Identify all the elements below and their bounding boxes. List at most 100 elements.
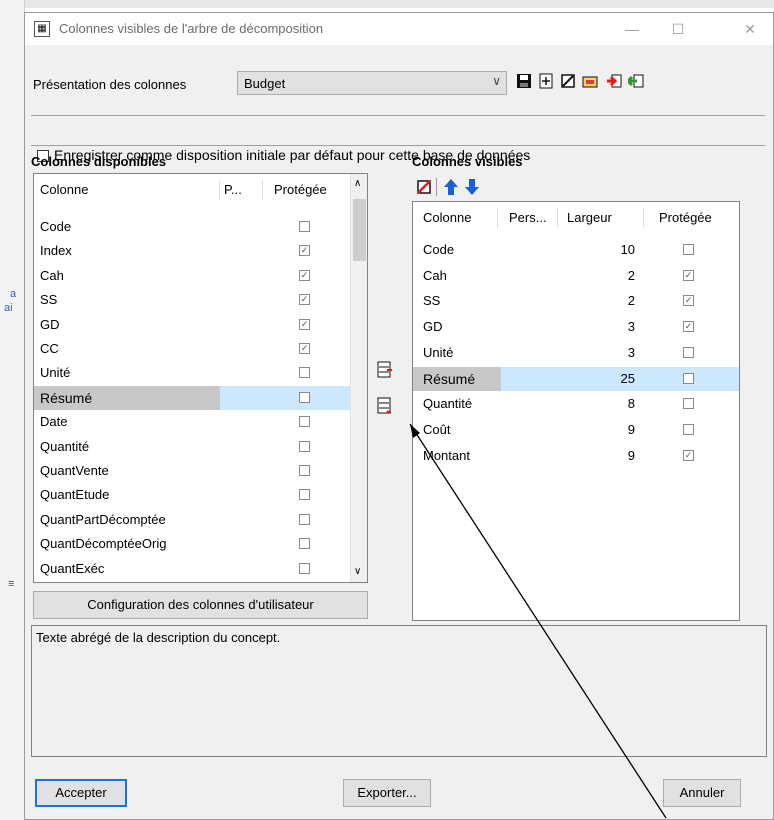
protected-checkbox[interactable]: ✓: [299, 245, 310, 257]
cancel-button[interactable]: Annuler: [663, 779, 741, 807]
column-name: Unité: [423, 344, 454, 360]
save-icon[interactable]: [516, 73, 532, 89]
column-header[interactable]: Colonne: [40, 178, 88, 202]
column-width[interactable]: 3: [563, 341, 635, 365]
protected-checkbox[interactable]: [683, 423, 694, 435]
table-row[interactable]: QuantPartDécomptée: [34, 508, 350, 532]
column-width[interactable]: 2: [563, 264, 635, 288]
user-columns-config-button[interactable]: Configuration des colonnes d'utilisateur: [33, 591, 368, 619]
protected-checkbox[interactable]: [299, 391, 310, 403]
column-width[interactable]: 8: [563, 392, 635, 416]
protected-checkbox[interactable]: [299, 465, 310, 476]
scroll-up-icon[interactable]: ∧: [354, 178, 361, 189]
table-row[interactable]: CC ✓: [34, 337, 350, 361]
add-icon[interactable]: [538, 73, 554, 89]
close-button[interactable]: ✕: [727, 13, 773, 45]
protected-checkbox[interactable]: [683, 372, 694, 384]
table-row[interactable]: SS ✓: [34, 288, 350, 312]
column-header[interactable]: Colonne: [423, 206, 471, 230]
divider: [31, 145, 765, 146]
presentation-dropdown[interactable]: Budget ∨: [237, 71, 507, 95]
protected-checkbox[interactable]: [683, 244, 694, 255]
protected-checkbox[interactable]: [299, 562, 310, 574]
table-row[interactable]: QuantExéc: [34, 557, 350, 581]
column-width[interactable]: 10: [563, 238, 635, 262]
column-width[interactable]: 9: [563, 418, 635, 442]
table-row[interactable]: SS 2 ✓: [413, 289, 739, 313]
protected-checkbox[interactable]: ✓: [299, 318, 310, 330]
table-row[interactable]: Montant 9 ✓: [413, 444, 739, 468]
visible-columns-title: Colonnes visibles: [412, 154, 523, 169]
table-row[interactable]: QuantEtude: [34, 483, 350, 507]
column-width[interactable]: 3: [563, 315, 635, 339]
column-header[interactable]: Protégée: [659, 206, 712, 230]
table-row[interactable]: Résumé: [34, 385, 350, 410]
protected-checkbox[interactable]: ✓: [299, 343, 310, 354]
export-green-icon[interactable]: [625, 73, 644, 89]
column-header[interactable]: P...: [224, 178, 254, 202]
presentation-value: Budget: [244, 76, 286, 91]
protected-checkbox[interactable]: ✓: [683, 269, 694, 281]
protected-checkbox[interactable]: [299, 367, 310, 379]
table-row[interactable]: Quantité 8: [413, 392, 739, 416]
table-row[interactable]: Cah ✓: [34, 264, 350, 288]
column-width[interactable]: 2: [563, 289, 635, 313]
minimize-button[interactable]: —: [609, 13, 655, 45]
protected-checkbox[interactable]: [683, 398, 694, 410]
scroll-down-icon[interactable]: ∨: [354, 566, 361, 577]
protected-checkbox[interactable]: [299, 416, 310, 428]
table-row[interactable]: Code: [34, 215, 350, 239]
column-divider: [219, 180, 220, 200]
arrow-up-icon[interactable]: [443, 178, 459, 199]
vertical-scrollbar[interactable]: ∧ ∨: [350, 174, 367, 582]
column-header[interactable]: Largeur: [567, 206, 612, 230]
open-icon[interactable]: [582, 73, 598, 89]
table-row[interactable]: Coût 9: [413, 418, 739, 442]
protected-checkbox[interactable]: [299, 538, 310, 550]
table-row[interactable]: QuantDécomptéeOrig: [34, 532, 350, 556]
table-row[interactable]: Date: [34, 410, 350, 434]
column-header[interactable]: Pers...: [509, 206, 547, 230]
protected-checkbox[interactable]: ✓: [683, 321, 694, 333]
add-column-icon[interactable]: [377, 361, 393, 379]
accept-button[interactable]: Accepter: [35, 779, 127, 807]
scrollbar-thumb[interactable]: [353, 199, 366, 261]
protected-checkbox[interactable]: [299, 440, 310, 452]
remove-column-icon[interactable]: [377, 397, 393, 415]
protected-checkbox[interactable]: [299, 489, 310, 501]
table-row[interactable]: QuantVente: [34, 459, 350, 483]
protected-checkbox[interactable]: [299, 221, 310, 232]
column-divider: [643, 208, 644, 228]
column-name: QuantPartDécomptée: [40, 511, 166, 527]
table-row[interactable]: GD 3 ✓: [413, 315, 739, 339]
table-row[interactable]: Unité: [34, 361, 350, 385]
table-row[interactable]: Unité 3: [413, 341, 739, 365]
protected-checkbox[interactable]: ✓: [299, 269, 310, 281]
protected-checkbox[interactable]: ✓: [299, 294, 310, 306]
column-width[interactable]: 25: [563, 367, 635, 391]
import-red-icon[interactable]: [606, 73, 622, 89]
table-row[interactable]: Quantité: [34, 435, 350, 459]
export-button[interactable]: Exporter...: [343, 779, 431, 807]
protected-checkbox[interactable]: [683, 346, 694, 358]
presentation-label: Présentation des colonnes: [33, 77, 187, 92]
app-icon: ▦: [34, 21, 50, 37]
clear-red-icon[interactable]: [416, 179, 432, 198]
table-row[interactable]: Résumé 25: [413, 366, 739, 391]
available-columns-title: Colonnes disponibles: [31, 154, 167, 169]
column-width[interactable]: 9: [563, 444, 635, 468]
protected-checkbox[interactable]: ✓: [683, 449, 694, 461]
table-row[interactable]: Code 10: [413, 238, 739, 262]
column-name: Quantité: [40, 438, 90, 454]
clear-icon[interactable]: [560, 73, 576, 89]
available-columns-list[interactable]: Colonne P... Protégée Code Index ✓ Cah ✓ SS ✓ GD ✓…: [33, 173, 368, 583]
maximize-button[interactable]: ☐: [655, 13, 701, 45]
arrow-down-icon[interactable]: [464, 178, 480, 199]
table-row[interactable]: Index ✓: [34, 239, 350, 263]
protected-checkbox[interactable]: [299, 513, 310, 525]
protected-checkbox[interactable]: ✓: [683, 295, 694, 307]
visible-columns-list[interactable]: Colonne Pers... Largeur Protégée Code 10 Cah 2…: [412, 201, 740, 621]
table-row[interactable]: GD ✓: [34, 313, 350, 337]
table-row[interactable]: Cah 2 ✓: [413, 264, 739, 288]
column-header[interactable]: Protégée: [274, 178, 327, 202]
